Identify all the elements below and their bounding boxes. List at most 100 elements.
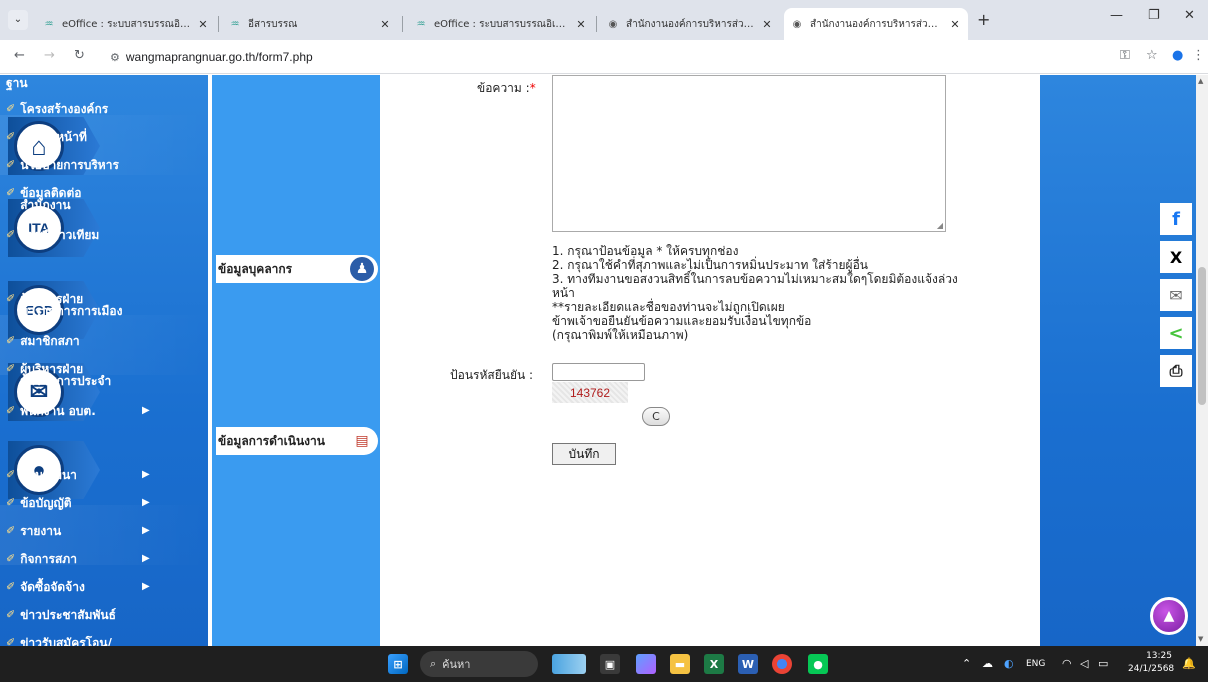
address-bar: ← → ↻ ⚙ wangmaprangnuar.go.th/form7.php … — [0, 40, 1208, 74]
captcha-refresh-button[interactable]: C — [642, 407, 670, 426]
windows-start-icon[interactable]: ⊞ — [388, 654, 408, 674]
close-icon[interactable]: ✕ — [196, 18, 210, 31]
pencil-icon: ✐ — [6, 404, 16, 417]
chevron-up-icon: ▲ — [1163, 608, 1175, 624]
menu-item-dev-plan[interactable]: ✐ แผนพัฒนา ▶ — [6, 468, 168, 482]
menu-item-policy[interactable]: ✐ นโยบายการบริหาร — [6, 159, 168, 172]
minimize-icon[interactable]: — — [1110, 8, 1123, 23]
menu-item-pr-news[interactable]: ✐ ข่าวประชาสัมพันธ์ — [6, 609, 168, 622]
captcha-image: 143762 — [552, 382, 628, 403]
forward-icon[interactable]: → — [44, 48, 55, 63]
url-text: wangmaprangnuar.go.th/form7.php — [125, 50, 313, 64]
close-window-icon[interactable]: ✕ — [1184, 8, 1195, 23]
taskbar-search[interactable]: ⌕ ค้นหา — [420, 651, 538, 677]
reload-icon[interactable]: ↻ — [74, 48, 85, 63]
new-tab-icon[interactable]: + — [977, 10, 990, 29]
facebook-share-icon[interactable]: f — [1160, 203, 1192, 235]
menu-item-authority[interactable]: ✐ อำนาจหน้าที่ — [6, 131, 168, 144]
close-icon[interactable]: ✕ — [574, 18, 588, 31]
file-explorer-icon[interactable]: ▬ — [670, 654, 690, 674]
eoffice-icon: ♒ — [416, 18, 426, 30]
line-icon[interactable]: ● — [808, 654, 828, 674]
menu-item-structure[interactable]: ✐ โครงสร้างองค์กร — [6, 102, 168, 116]
web-page: ⌂ ITA EGP ✉ ● ฐาน ✐ โครงสร้างองค์กร ✐ อำนา… — [0, 75, 1196, 646]
menu-item-civil-exec[interactable]: ✐ ผู้บริหารฝ่ายข้าราชการประจำ — [6, 362, 126, 388]
volume-icon[interactable]: ◁ — [1080, 657, 1088, 670]
language-indicator[interactable]: ENG — [1026, 659, 1045, 669]
wifi-icon[interactable]: ◠ — [1062, 657, 1072, 670]
save-button[interactable]: บันทึก — [552, 443, 616, 465]
profile-icon[interactable]: ● — [1172, 48, 1183, 63]
chevron-right-icon: ▶ — [142, 405, 150, 416]
tab-1[interactable]: ♒ eOffice : ระบบสารบรรณอิเล็กทรอนิ... ✕ — [36, 8, 216, 40]
back-icon[interactable]: ← — [14, 48, 25, 63]
pencil-icon: ✐ — [6, 468, 16, 481]
notification-bell-icon[interactable]: 🔔 — [1182, 657, 1196, 670]
tab-2[interactable]: ♒ อีสารบรรณ ✕ — [222, 8, 398, 40]
widgets-icon[interactable] — [552, 654, 586, 674]
password-key-icon[interactable]: ⚿ — [1120, 48, 1130, 63]
menu-item-political-exec[interactable]: ✐ ผู้บริหารฝ่ายข้าราชการการเมือง — [6, 293, 136, 318]
menu-item-council[interactable]: ✐ สมาชิกสภา — [6, 334, 168, 348]
books-icon: ▤ — [355, 433, 369, 449]
menu-fragment: ฐาน — [6, 76, 28, 90]
page-scrollbar[interactable]: ▲ ▼ — [1196, 75, 1208, 646]
tab-search-dropdown-icon[interactable]: ⌄ — [8, 10, 28, 30]
search-icon: ⌕ — [430, 657, 437, 670]
form-notes: 1. กรุณาป้อนข้อมูล * ให้ครบทุกช่อง 2. กร… — [552, 244, 958, 342]
menu-item-council-affairs[interactable]: ✐ กิจการสภา ▶ — [6, 552, 168, 566]
pencil-icon: ✐ — [6, 552, 16, 565]
menu-heading-personnel: ข้อมูลบุคลากร ♟ — [216, 255, 378, 283]
menu-item-staff[interactable]: ✐ พนักงาน อบต. ▶ — [6, 404, 168, 418]
tab-3[interactable]: ♒ eOffice : ระบบสารบรรณอิเล็กทรอนิ... ✕ — [408, 8, 594, 40]
eoffice-icon: ♒ — [230, 18, 240, 30]
tray-chevron-up-icon[interactable]: ⌃ — [962, 657, 971, 670]
menu-item-contact[interactable]: ✐ ข้อมูลติดต่อสำนักงาน — [6, 187, 116, 212]
pencil-icon: ✐ — [6, 102, 16, 115]
resize-handle-icon[interactable]: ◢ — [937, 221, 943, 230]
chevron-right-icon: ▶ — [142, 469, 150, 480]
close-icon[interactable]: ✕ — [760, 18, 774, 31]
email-share-icon[interactable]: ✉ — [1160, 279, 1192, 311]
menu-dots-icon[interactable]: ⋮ — [1192, 48, 1205, 63]
message-textarea[interactable]: ◢ — [552, 75, 946, 232]
task-view-icon[interactable]: ▣ — [600, 654, 620, 674]
scroll-down-arrow-icon[interactable]: ▼ — [1198, 635, 1203, 643]
person-icon: ♟ — [350, 257, 374, 281]
x-share-icon[interactable]: X — [1160, 241, 1192, 273]
menu-item-reports[interactable]: ✐ รายงาน ▶ — [6, 525, 168, 538]
chrome-icon[interactable] — [772, 654, 792, 674]
tab-4[interactable]: ◉ สำนักงานองค์การบริหารส่วนตำบลวัง... ✕ — [600, 8, 780, 40]
tray-app-icon[interactable]: ☁ — [982, 657, 993, 670]
menu-item-regulations[interactable]: ✐ ข้อบัญญัติ ▶ — [6, 497, 168, 510]
pencil-icon: ✐ — [6, 362, 16, 375]
taskbar-clock[interactable]: 13:25 24/1/2568 — [1128, 650, 1174, 676]
site-settings-icon[interactable]: ⚙ — [110, 51, 120, 64]
url-field[interactable]: ⚙ wangmaprangnuar.go.th/form7.php — [102, 45, 1152, 69]
scroll-up-arrow-icon[interactable]: ▲ — [1198, 77, 1203, 85]
globe-icon: ◉ — [608, 18, 618, 30]
word-icon[interactable]: W — [738, 654, 758, 674]
windows-taskbar: ⊞ ⌕ ค้นหา ▣ ▬ X W ● ⌃ ☁ ◐ ENG ◠ ◁ ▭ 13:2… — [0, 646, 1208, 682]
chevron-right-icon: ▶ — [142, 553, 150, 564]
copilot-icon[interactable] — [636, 654, 656, 674]
share-icon[interactable]: < — [1160, 317, 1192, 349]
menu-item-map[interactable]: ✐ แผนที่ดาวเทียม — [6, 229, 168, 242]
menu-item-transfer-news[interactable]: ✐ ข่าวรับสมัครโอน/ — [6, 637, 168, 647]
restore-icon[interactable]: ❐ — [1148, 8, 1160, 23]
tray-status-icon[interactable]: ◐ — [1004, 657, 1014, 670]
close-icon[interactable]: ✕ — [378, 18, 392, 31]
battery-icon[interactable]: ▭ — [1098, 657, 1108, 670]
bookmark-star-icon[interactable]: ☆ — [1146, 48, 1158, 63]
print-icon[interactable]: ⎙ — [1160, 355, 1192, 387]
pencil-icon: ✐ — [6, 334, 16, 347]
excel-icon[interactable]: X — [704, 654, 724, 674]
menu-item-procurement[interactable]: ✐ จัดซื้อจัดจ้าง ▶ — [6, 581, 168, 594]
scroll-thumb[interactable] — [1198, 267, 1206, 405]
chevron-right-icon: ▶ — [142, 525, 150, 536]
tab-5-active[interactable]: ◉ สำนักงานองค์การบริหารส่วนตำบลวัง... ✕ — [784, 8, 968, 40]
captcha-input[interactable] — [552, 363, 645, 381]
chevron-right-icon: ▶ — [142, 581, 150, 592]
close-icon[interactable]: ✕ — [948, 18, 962, 31]
scroll-top-button[interactable]: ▲ — [1150, 597, 1188, 635]
